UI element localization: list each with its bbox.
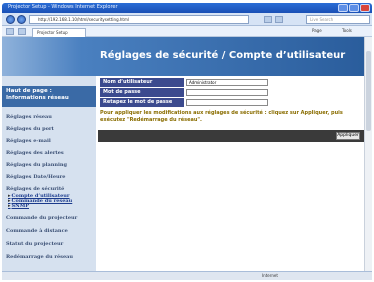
close-button[interactable] <box>360 4 370 12</box>
back-icon[interactable] <box>6 15 15 24</box>
sidebar-subitem-snmp[interactable]: ▸SNMP <box>8 203 29 209</box>
sidebar-item-alerts[interactable]: Réglages des alertes <box>6 150 64 156</box>
password-label: Mot de passe <box>100 88 184 97</box>
apply-button[interactable]: Appliquer <box>336 132 360 140</box>
sidebar-item-email[interactable]: Réglages e-mail <box>6 138 51 144</box>
window-titlebar: Projector Setup - Windows Internet Explo… <box>2 3 372 13</box>
sidebar-item-security[interactable]: Réglages de sécurité <box>6 186 64 192</box>
retype-password-input[interactable] <box>186 99 268 106</box>
tab-projector-setup[interactable]: Projector Setup <box>32 28 86 37</box>
sidebar: Haut de page : Informations réseau Régla… <box>2 76 96 271</box>
sidebar-item-schedule[interactable]: Réglages du planning <box>6 162 67 168</box>
sidebar-item-network-restart[interactable]: Redémarrage du réseau <box>6 254 73 260</box>
apply-instructions: Pour appliquer les modifications aux rég… <box>100 110 343 123</box>
sidebar-item-projector-control[interactable]: Commande du projecteur <box>6 215 77 221</box>
form-row-retype-password: Retapez le mot de passe <box>100 98 268 107</box>
sidebar-header-top[interactable]: Haut de page : Informations réseau <box>2 86 96 107</box>
maximize-button[interactable] <box>349 4 359 12</box>
forward-icon[interactable] <box>17 15 26 24</box>
form-row-username: Nom d’utilisateur Administrator <box>100 78 268 87</box>
scrollbar-thumb[interactable] <box>366 51 371 131</box>
vertical-scrollbar[interactable] <box>364 37 372 271</box>
form-row-password: Mot de passe <box>100 88 268 97</box>
page-menu[interactable]: Page <box>312 28 322 33</box>
sidebar-item-projector-status[interactable]: Statut du projecteur <box>6 241 63 247</box>
sidebar-item-remote-control[interactable]: Commande à distance <box>6 228 68 234</box>
page-content: Réglages de sécurité / Compte d’utilisat… <box>2 37 364 271</box>
username-input[interactable]: Administrator <box>186 79 268 86</box>
sidebar-item-port[interactable]: Réglages du port <box>6 126 54 132</box>
add-favorite-icon[interactable] <box>18 28 26 35</box>
status-bar: Internet <box>2 271 372 280</box>
security-zone: Internet <box>262 273 278 278</box>
refresh-icon[interactable] <box>264 16 272 23</box>
tools-menu[interactable]: Tools <box>342 28 352 33</box>
password-input[interactable] <box>186 89 268 96</box>
search-input[interactable]: Live Search <box>306 15 370 24</box>
favorites-bar: Projector Setup Page Tools <box>2 26 372 37</box>
favorites-star-icon[interactable] <box>6 28 14 35</box>
username-label: Nom d’utilisateur <box>100 78 184 87</box>
page-title: Réglages de sécurité / Compte d’utilisat… <box>100 50 346 61</box>
url-input[interactable]: http://192.168.1.10/html/securitysetting… <box>29 15 249 24</box>
stop-icon[interactable] <box>275 16 283 23</box>
sidebar-item-network[interactable]: Réglages réseau <box>6 114 52 120</box>
apply-bar: Appliquer <box>98 130 364 142</box>
address-bar: http://192.168.1.10/html/securitysetting… <box>2 13 372 26</box>
retype-password-label: Retapez le mot de passe <box>100 98 184 107</box>
page-banner: Réglages de sécurité / Compte d’utilisat… <box>2 37 364 76</box>
minimize-button[interactable] <box>338 4 348 12</box>
sidebar-item-datetime[interactable]: Réglages Date/Heure <box>6 174 65 180</box>
window-title: Projector Setup - Windows Internet Explo… <box>8 4 118 10</box>
